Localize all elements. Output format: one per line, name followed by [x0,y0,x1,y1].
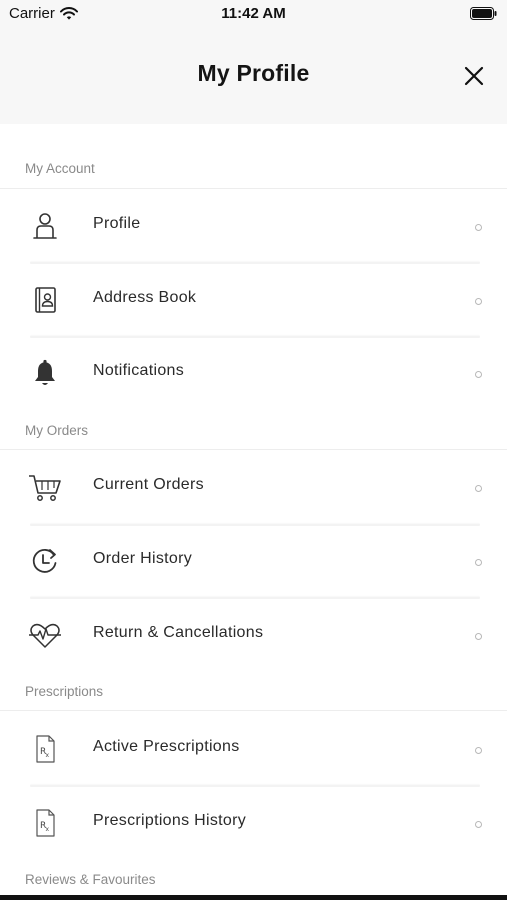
section-divider [0,188,507,189]
section-header-my-orders: My Orders [25,422,89,438]
cart-icon [28,472,62,502]
menu-item-label: Address Book [93,289,197,306]
status-time: 11:42 AM [221,5,286,22]
menu-item-prescriptions-history[interactable]: R x Prescriptions History [0,787,507,857]
page-header: My Profile [0,27,507,124]
menu-item-order-history[interactable]: Order History [0,525,507,595]
svg-text:x: x [46,752,50,759]
bottom-edge [0,895,507,900]
section-header-reviews-favourites: Reviews & Favourites [25,871,156,887]
chevron-dot-icon [475,371,482,378]
address-book-icon [28,285,62,315]
close-button[interactable] [463,65,485,87]
chevron-dot-icon [475,747,482,754]
menu-item-label: Return & Cancellations [93,624,264,641]
prescription-icon: R x [28,808,62,838]
prescription-icon: R x [28,734,62,764]
menu-item-label: Notifications [93,362,185,379]
chevron-dot-icon [475,633,482,640]
heartbeat-icon [28,620,62,650]
menu-item-address-book[interactable]: Address Book [0,264,507,334]
chevron-dot-icon [475,224,482,231]
status-bar: Carrier 11:42 AM [0,0,507,27]
menu-item-current-orders[interactable]: Current Orders [0,451,507,521]
menu-item-label: Prescriptions History [93,812,247,829]
section-divider [0,710,507,711]
section-divider [0,449,507,450]
menu-item-label: Profile [93,215,141,232]
menu-item-return-cancellations[interactable]: Return & Cancellations [0,599,507,669]
menu-item-active-prescriptions[interactable]: R x Active Prescriptions [0,713,507,783]
chevron-dot-icon [475,298,482,305]
section-header-prescriptions: Prescriptions [25,683,104,699]
menu-item-notifications[interactable]: Notifications [0,337,507,407]
menu-item-label: Order History [93,550,193,567]
menu-item-profile[interactable]: Profile [0,190,507,260]
chevron-dot-icon [475,559,482,566]
menu-item-label: Active Prescriptions [93,738,240,755]
page-title: My Profile [197,60,310,86]
history-icon [28,546,62,576]
menu-item-label: Current Orders [93,476,204,493]
close-icon [463,65,485,87]
section-header-my-account: My Account [25,160,95,176]
battery-icon [470,7,497,20]
bell-icon [28,358,62,388]
chevron-dot-icon [475,821,482,828]
chevron-dot-icon [475,485,482,492]
svg-text:x: x [46,826,50,833]
person-icon [28,211,62,241]
